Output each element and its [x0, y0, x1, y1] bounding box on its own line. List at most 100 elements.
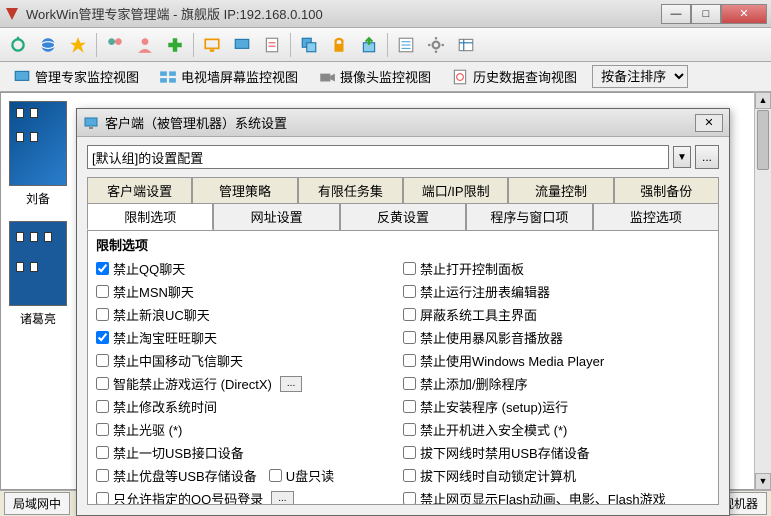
restriction-option[interactable]: 禁止MSN聊天	[96, 281, 403, 302]
toolbar-add-icon[interactable]	[161, 31, 189, 59]
restriction-option[interactable]: 禁止添加/删除程序	[403, 373, 710, 394]
option-checkbox[interactable]	[96, 377, 109, 390]
toolbar-lock-icon[interactable]	[325, 31, 353, 59]
restriction-option[interactable]: 禁止一切USB接口设备	[96, 442, 403, 463]
restriction-option[interactable]: 禁止使用暴风影音播放器	[403, 327, 710, 348]
restriction-option[interactable]: 禁止中国移动飞信聊天	[96, 350, 403, 371]
restriction-option[interactable]: 禁止运行注册表编辑器	[403, 281, 710, 302]
viewtab-history[interactable]: 历史数据查询视图	[442, 63, 586, 90]
option-label: 禁止淘宝旺旺聊天	[113, 328, 217, 347]
window-title: WorkWin管理专家管理端 - 旗舰版 IP:192.168.0.100	[26, 4, 661, 23]
restriction-option[interactable]: 屏蔽系统工具主界面	[403, 304, 710, 325]
toolbar-star-icon[interactable]	[64, 31, 92, 59]
option-checkbox[interactable]	[96, 262, 109, 275]
restriction-option[interactable]: 智能禁止游戏运行 (DirectX)...	[96, 373, 403, 394]
toolbar-screen-icon[interactable]	[228, 31, 256, 59]
option-label: 禁止修改系统时间	[113, 397, 217, 416]
viewtab-monitor[interactable]: 管理专家监控视图	[4, 63, 148, 90]
combo-dropdown-icon[interactable]: ▼	[673, 146, 691, 168]
option-checkbox[interactable]	[96, 331, 109, 344]
toolbar-user-icon[interactable]	[131, 31, 159, 59]
option-checkbox[interactable]	[403, 354, 416, 367]
option-checkbox[interactable]	[403, 377, 416, 390]
option-checkbox[interactable]	[403, 262, 416, 275]
toolbar-refresh-icon[interactable]	[4, 31, 32, 59]
option-extra-checkbox[interactable]	[269, 469, 282, 482]
restriction-option[interactable]: 禁止打开控制面板	[403, 258, 710, 279]
minimize-button[interactable]: —	[661, 4, 691, 24]
tab-limited-tasks[interactable]: 有限任务集	[298, 177, 403, 203]
option-checkbox[interactable]	[403, 423, 416, 436]
option-label: 禁止中国移动飞信聊天	[113, 351, 243, 370]
option-checkbox[interactable]	[96, 492, 109, 505]
option-checkbox[interactable]	[403, 446, 416, 459]
restriction-option[interactable]: 禁止QQ聊天	[96, 258, 403, 279]
option-checkbox[interactable]	[403, 285, 416, 298]
toolbar-report-icon[interactable]	[258, 31, 286, 59]
toolbar-globe-icon[interactable]	[34, 31, 62, 59]
option-checkbox[interactable]	[403, 308, 416, 321]
viewtab-tvwall[interactable]: 电视墙屏幕监控视图	[150, 63, 307, 90]
tab-traffic[interactable]: 流量控制	[508, 177, 613, 203]
dialog-titlebar: 客户端（被管理机器）系统设置 ✕	[77, 109, 729, 137]
restriction-option[interactable]: 禁止新浪UC聊天	[96, 304, 403, 325]
restriction-option[interactable]: 禁止安装程序 (setup)运行	[403, 396, 710, 417]
restriction-option[interactable]: 只允许指定的QQ号码登录...	[96, 488, 403, 505]
restriction-option[interactable]: 禁止淘宝旺旺聊天	[96, 327, 403, 348]
dialog-close-button[interactable]: ✕	[695, 114, 723, 132]
option-checkbox[interactable]	[96, 446, 109, 459]
option-checkbox[interactable]	[403, 400, 416, 413]
restriction-option[interactable]: 禁止修改系统时间	[96, 396, 403, 417]
viewtab-camera[interactable]: 摄像头监控视图	[309, 63, 440, 90]
tab-restrictions[interactable]: 限制选项	[87, 203, 213, 230]
option-checkbox[interactable]	[96, 285, 109, 298]
toolbar-listview-icon[interactable]	[452, 31, 480, 59]
toolbar-monitor-icon[interactable]	[198, 31, 226, 59]
close-button[interactable]: ✕	[721, 4, 767, 24]
option-checkbox[interactable]	[96, 400, 109, 413]
restriction-option[interactable]: 禁止使用Windows Media Player	[403, 350, 710, 371]
tab-antiporn[interactable]: 反黄设置	[340, 203, 466, 230]
scroll-down-icon[interactable]: ▼	[755, 473, 771, 490]
config-combo[interactable]: [默认组]的设置配置	[87, 145, 669, 169]
status-lan[interactable]: 局域网中	[4, 492, 70, 515]
vertical-scrollbar[interactable]: ▲ ▼	[754, 92, 771, 490]
restriction-option[interactable]: 禁止光驱 (*)	[96, 419, 403, 440]
restriction-option[interactable]: 禁止网页显示Flash动画、电影、Flash游戏	[403, 488, 710, 505]
restriction-option[interactable]: 拔下网线时自动锁定计算机	[403, 465, 710, 486]
tab-client-settings[interactable]: 客户端设置	[87, 177, 192, 203]
tab-backup[interactable]: 强制备份	[614, 177, 719, 203]
option-checkbox[interactable]	[403, 492, 416, 505]
toolbar-settings-icon[interactable]	[422, 31, 450, 59]
option-label: 拔下网线时自动锁定计算机	[420, 466, 576, 485]
option-checkbox[interactable]	[96, 308, 109, 321]
option-config-button[interactable]: ...	[280, 376, 302, 392]
option-checkbox[interactable]	[403, 331, 416, 344]
option-checkbox[interactable]	[96, 354, 109, 367]
option-checkbox[interactable]	[96, 469, 109, 482]
option-config-button[interactable]: ...	[271, 491, 293, 506]
config-browse-button[interactable]: ...	[695, 145, 719, 169]
maximize-button[interactable]: □	[691, 4, 721, 24]
tab-monitor-opts[interactable]: 监控选项	[593, 203, 719, 230]
scroll-up-icon[interactable]: ▲	[755, 92, 771, 109]
toolbar-users-icon[interactable]	[101, 31, 129, 59]
restriction-option[interactable]: 拔下网线时禁用USB存储设备	[403, 442, 710, 463]
toolbar-list-icon[interactable]	[392, 31, 420, 59]
options-legend: 限制选项	[96, 233, 710, 258]
scroll-thumb[interactable]	[757, 110, 769, 170]
tab-programs[interactable]: 程序与窗口项	[466, 203, 592, 230]
restriction-option[interactable]: 禁止优盘等USB存储设备U盘只读	[96, 465, 403, 486]
tab-port-ip[interactable]: 端口/IP限制	[403, 177, 508, 203]
tab-url[interactable]: 网址设置	[213, 203, 339, 230]
option-checkbox[interactable]	[403, 469, 416, 482]
sort-select[interactable]: 按备注排序	[592, 65, 688, 88]
client-thumbnail[interactable]: 诸葛亮	[9, 221, 67, 327]
client-thumbnail[interactable]: 刘备	[9, 101, 67, 207]
tvwall-icon	[159, 68, 177, 86]
option-checkbox[interactable]	[96, 423, 109, 436]
restriction-option[interactable]: 禁止开机进入安全模式 (*)	[403, 419, 710, 440]
toolbar-export-icon[interactable]	[355, 31, 383, 59]
toolbar-windows-icon[interactable]	[295, 31, 323, 59]
tab-manage-policy[interactable]: 管理策略	[192, 177, 297, 203]
